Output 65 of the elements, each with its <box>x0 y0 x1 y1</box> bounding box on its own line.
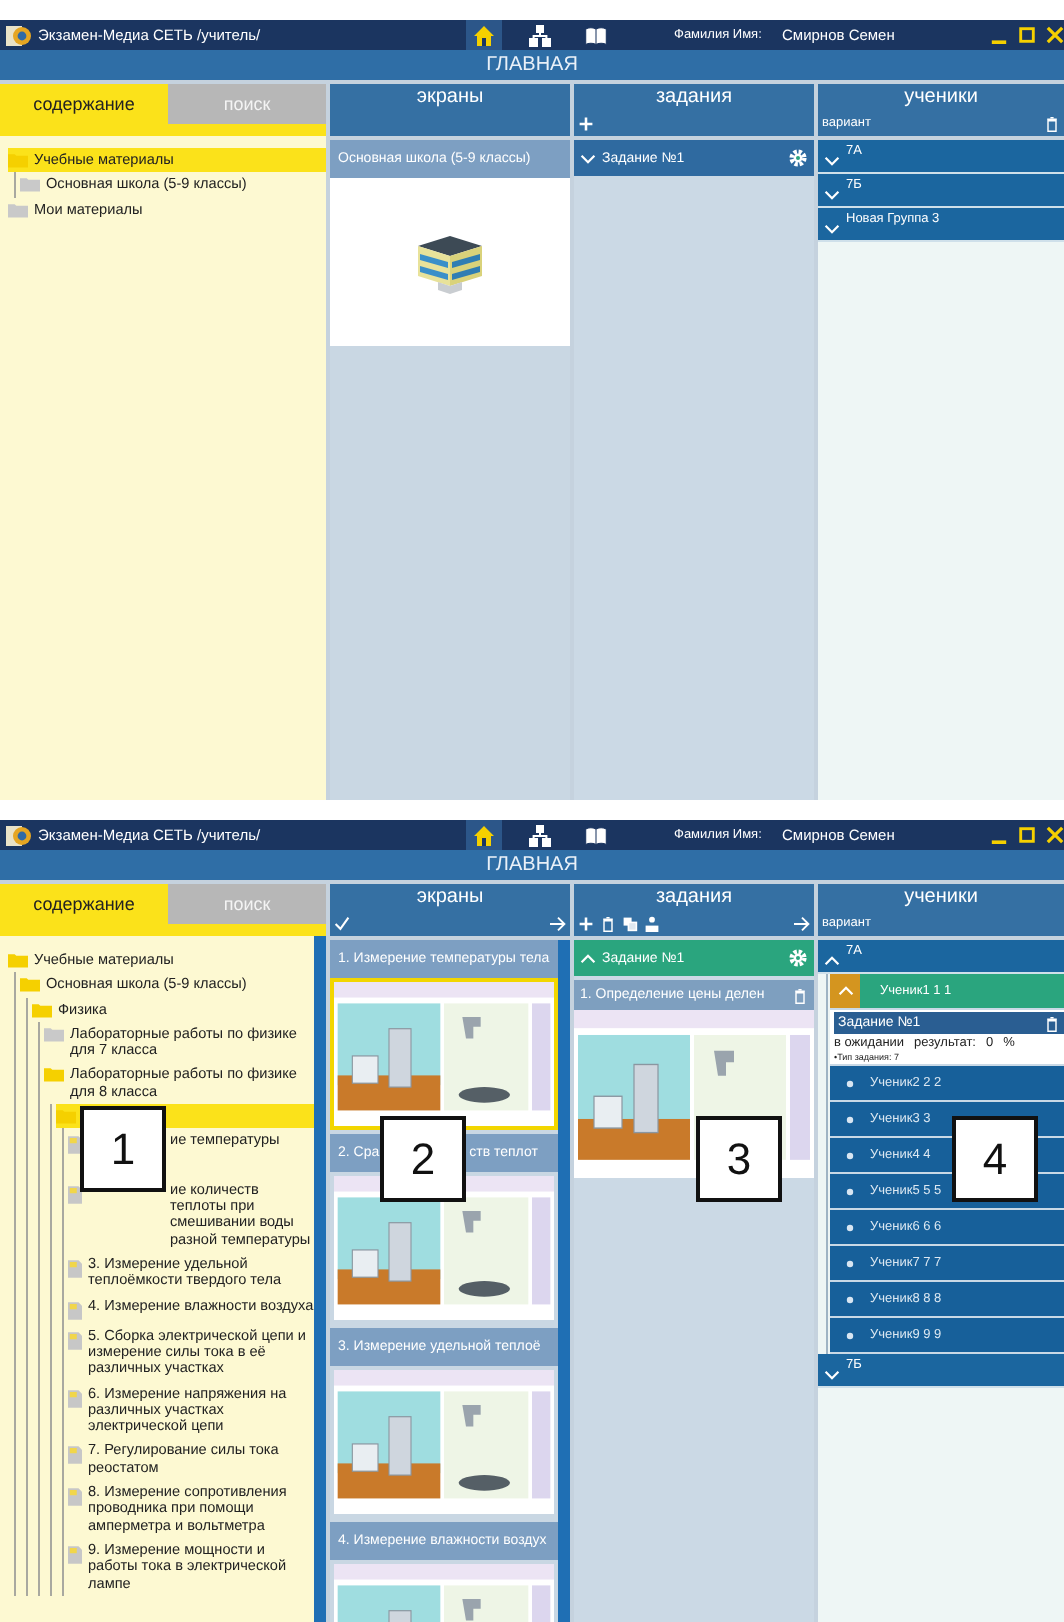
column-title: задания <box>653 84 735 112</box>
column-title: задания <box>653 884 735 912</box>
hierarchy-icon <box>528 23 552 47</box>
home-icon <box>472 23 496 47</box>
page-title: ГЛАВНАЯ <box>0 50 1064 80</box>
chevron-down-icon <box>580 153 596 163</box>
bullet-icon <box>846 1079 854 1087</box>
document-icon <box>68 1446 82 1465</box>
column-title: ученики <box>902 84 980 112</box>
chevron-down-icon <box>824 224 840 234</box>
home-button[interactable] <box>466 20 502 50</box>
maximize-icon[interactable] <box>1018 26 1036 44</box>
settings-icon[interactable] <box>788 148 808 168</box>
collapse-toggle[interactable] <box>830 974 860 1008</box>
people-icon[interactable] <box>644 915 660 931</box>
checkmark-icon[interactable] <box>334 915 350 931</box>
tab[interactable]: содержание <box>0 884 168 924</box>
copy-icon[interactable] <box>622 915 638 931</box>
plus-icon[interactable] <box>578 915 594 931</box>
plus-icon[interactable] <box>578 115 594 131</box>
callout-tooltip: 1 <box>80 1106 166 1192</box>
close-icon[interactable] <box>1046 26 1064 44</box>
bullet-icon <box>846 1115 854 1123</box>
bullet-icon <box>846 1223 854 1231</box>
arrow-right-icon[interactable] <box>794 915 810 931</box>
chevron-up-icon <box>580 953 596 963</box>
arrow-right-icon[interactable] <box>550 915 566 931</box>
document-icon <box>68 1301 82 1320</box>
document-icon <box>68 1260 82 1279</box>
trash-icon[interactable] <box>792 987 808 1003</box>
column-title: ученики <box>902 884 980 912</box>
column-title: экраны <box>414 84 486 112</box>
callout-tooltip: 4 <box>952 1116 1038 1202</box>
close-icon[interactable] <box>1046 826 1064 844</box>
chevron-up-icon <box>837 986 853 996</box>
home-button[interactable] <box>466 820 502 850</box>
document-icon <box>68 1389 82 1408</box>
bullet-icon <box>846 1151 854 1159</box>
hierarchy-icon <box>528 823 552 847</box>
document-icon <box>68 1545 82 1564</box>
chevron-down-icon <box>824 1370 840 1380</box>
scrollbar[interactable] <box>314 936 326 1622</box>
document-icon <box>68 1331 82 1350</box>
chevron-down-icon <box>824 156 840 166</box>
chevron-down-icon <box>824 190 840 200</box>
bullet-icon <box>846 1187 854 1195</box>
bullet-icon <box>846 1295 854 1303</box>
app-logo-icon <box>4 823 32 847</box>
trash-icon[interactable] <box>1044 115 1060 131</box>
page-title: ГЛАВНАЯ <box>0 850 1064 880</box>
maximize-icon[interactable] <box>1018 826 1036 844</box>
callout-tooltip: 3 <box>696 1116 782 1202</box>
settings-icon[interactable] <box>788 948 808 968</box>
home-icon <box>472 823 496 847</box>
trash-icon[interactable] <box>600 915 616 931</box>
trash-icon[interactable] <box>1044 1015 1060 1031</box>
document-icon <box>68 1488 82 1507</box>
chevron-up-icon <box>824 956 840 966</box>
app-logo-icon <box>4 23 32 47</box>
document-icon <box>68 1185 82 1204</box>
tab[interactable]: содержание <box>0 84 168 124</box>
bullet-icon <box>846 1331 854 1339</box>
scrollbar[interactable] <box>558 940 570 1622</box>
bullet-icon <box>846 1259 854 1267</box>
column-title: экраны <box>414 884 486 912</box>
